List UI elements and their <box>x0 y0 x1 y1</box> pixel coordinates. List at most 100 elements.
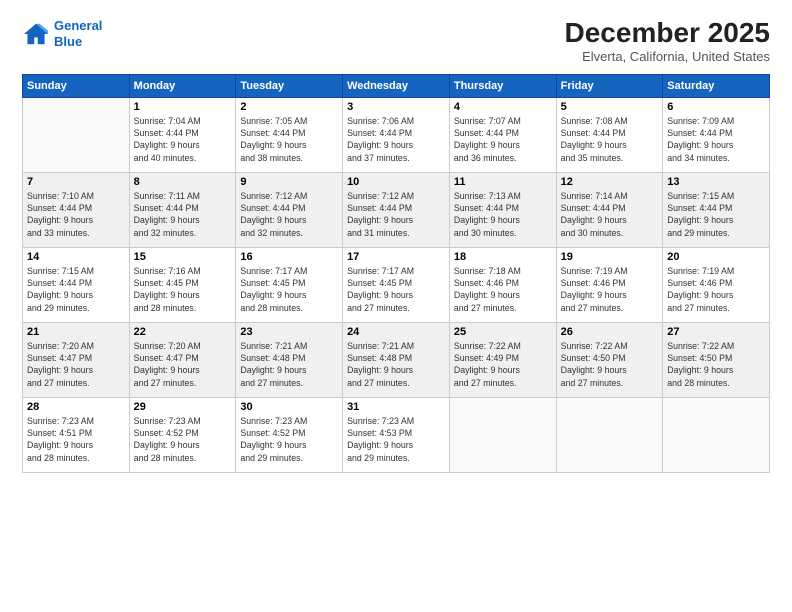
day-number: 23 <box>240 326 338 338</box>
calendar-cell: 19 Sunrise: 7:19 AMSunset: 4:46 PMDayligh… <box>556 247 663 322</box>
calendar-cell: 3 Sunrise: 7:06 AMSunset: 4:44 PMDaylight… <box>343 97 450 172</box>
day-info: Sunrise: 7:05 AMSunset: 4:44 PMDaylight:… <box>240 115 338 164</box>
calendar-cell: 13 Sunrise: 7:15 AMSunset: 4:44 PMDayligh… <box>663 172 770 247</box>
calendar-cell <box>449 397 556 472</box>
day-number: 13 <box>667 176 765 188</box>
day-number: 3 <box>347 101 445 113</box>
calendar-cell: 26Sunrise: 7:22 AMSunset: 4:50 PMDayligh… <box>556 322 663 397</box>
logo-line2: Blue <box>54 34 82 49</box>
logo-line1: General <box>54 18 102 33</box>
day-info: Sunrise: 7:09 AMSunset: 4:44 PMDaylight:… <box>667 115 765 164</box>
calendar-cell: 21 Sunrise: 7:20 AMSunset: 4:47 PMDayligh… <box>23 322 130 397</box>
calendar-week-row: 28 Sunrise: 7:23 AMSunset: 4:51 PMDayligh… <box>23 397 770 472</box>
day-number: 5 <box>561 101 659 113</box>
day-number: 12 <box>561 176 659 188</box>
day-number: 28 <box>27 401 125 413</box>
day-number: 21 <box>27 326 125 338</box>
day-number: 25 <box>454 326 552 338</box>
calendar-header-row: SundayMondayTuesdayWednesdayThursdayFrid… <box>23 74 770 97</box>
day-number: 30 <box>240 401 338 413</box>
calendar-week-row: 21 Sunrise: 7:20 AMSunset: 4:47 PMDayligh… <box>23 322 770 397</box>
calendar-header-friday: Friday <box>556 74 663 97</box>
day-number: 1 <box>134 101 232 113</box>
day-number: 14 <box>27 251 125 263</box>
calendar-cell <box>663 397 770 472</box>
calendar-cell: 16 Sunrise: 7:17 AMSunset: 4:45 PMDayligh… <box>236 247 343 322</box>
day-info: Sunrise: 7:07 AMSunset: 4:44 PMDaylight:… <box>454 115 552 164</box>
calendar-week-row: 1Sunrise: 7:04 AMSunset: 4:44 PMDaylight… <box>23 97 770 172</box>
calendar-header-saturday: Saturday <box>663 74 770 97</box>
calendar-cell: 17 Sunrise: 7:17 AMSunset: 4:45 PMDayligh… <box>343 247 450 322</box>
day-info: Sunrise: 7:13 AMSunset: 4:44 PMDaylight:… <box>454 190 552 239</box>
day-info: Sunrise: 7:23 AMSunset: 4:52 PMDaylight:… <box>240 415 338 464</box>
day-number: 15 <box>134 251 232 263</box>
day-info: Sunrise: 7:17 AMSunset: 4:45 PMDaylight:… <box>240 265 338 314</box>
logo-text: General Blue <box>54 18 102 49</box>
day-info: Sunrise: 7:14 AMSunset: 4:44 PMDaylight:… <box>561 190 659 239</box>
calendar-cell: 9 Sunrise: 7:12 AMSunset: 4:44 PMDaylight… <box>236 172 343 247</box>
day-info: Sunrise: 7:19 AMSunset: 4:46 PMDaylight:… <box>667 265 765 314</box>
day-number: 20 <box>667 251 765 263</box>
calendar-cell: 15 Sunrise: 7:16 AMSunset: 4:45 PMDayligh… <box>129 247 236 322</box>
calendar-cell <box>556 397 663 472</box>
calendar-cell: 11 Sunrise: 7:13 AMSunset: 4:44 PMDayligh… <box>449 172 556 247</box>
calendar-cell: 6 Sunrise: 7:09 AMSunset: 4:44 PMDaylight… <box>663 97 770 172</box>
day-number: 4 <box>454 101 552 113</box>
day-info: Sunrise: 7:19 AMSunset: 4:46 PMDaylight:… <box>561 265 659 314</box>
calendar-header-wednesday: Wednesday <box>343 74 450 97</box>
day-number: 22 <box>134 326 232 338</box>
day-number: 17 <box>347 251 445 263</box>
day-info: Sunrise: 7:20 AMSunset: 4:47 PMDaylight:… <box>134 340 232 389</box>
calendar-header-sunday: Sunday <box>23 74 130 97</box>
title-block: December 2025 Elverta, California, Unite… <box>565 18 770 64</box>
day-info: Sunrise: 7:23 AMSunset: 4:52 PMDaylight:… <box>134 415 232 464</box>
day-info: Sunrise: 7:17 AMSunset: 4:45 PMDaylight:… <box>347 265 445 314</box>
day-info: Sunrise: 7:23 AMSunset: 4:51 PMDaylight:… <box>27 415 125 464</box>
calendar-cell: 31Sunrise: 7:23 AMSunset: 4:53 PMDayligh… <box>343 397 450 472</box>
day-info: Sunrise: 7:12 AMSunset: 4:44 PMDaylight:… <box>240 190 338 239</box>
day-info: Sunrise: 7:16 AMSunset: 4:45 PMDaylight:… <box>134 265 232 314</box>
calendar-cell: 20 Sunrise: 7:19 AMSunset: 4:46 PMDayligh… <box>663 247 770 322</box>
day-info: Sunrise: 7:22 AMSunset: 4:49 PMDaylight:… <box>454 340 552 389</box>
day-info: Sunrise: 7:06 AMSunset: 4:44 PMDaylight:… <box>347 115 445 164</box>
day-number: 31 <box>347 401 445 413</box>
logo-icon <box>22 22 50 46</box>
day-number: 16 <box>240 251 338 263</box>
calendar-cell: 25 Sunrise: 7:22 AMSunset: 4:49 PMDayligh… <box>449 322 556 397</box>
calendar-cell: 2Sunrise: 7:05 AMSunset: 4:44 PMDaylight… <box>236 97 343 172</box>
calendar-cell <box>23 97 130 172</box>
day-info: Sunrise: 7:20 AMSunset: 4:47 PMDaylight:… <box>27 340 125 389</box>
calendar-cell: 1Sunrise: 7:04 AMSunset: 4:44 PMDaylight… <box>129 97 236 172</box>
page: General Blue December 2025 Elverta, Cali… <box>0 0 792 612</box>
calendar-cell: 28 Sunrise: 7:23 AMSunset: 4:51 PMDayligh… <box>23 397 130 472</box>
day-info: Sunrise: 7:21 AMSunset: 4:48 PMDaylight:… <box>347 340 445 389</box>
calendar-cell: 4 Sunrise: 7:07 AMSunset: 4:44 PMDaylight… <box>449 97 556 172</box>
calendar-table: SundayMondayTuesdayWednesdayThursdayFrid… <box>22 74 770 473</box>
day-info: Sunrise: 7:15 AMSunset: 4:44 PMDaylight:… <box>667 190 765 239</box>
day-number: 26 <box>561 326 659 338</box>
calendar-cell: 7 Sunrise: 7:10 AMSunset: 4:44 PMDaylight… <box>23 172 130 247</box>
day-number: 9 <box>240 176 338 188</box>
calendar-cell: 22 Sunrise: 7:20 AMSunset: 4:47 PMDayligh… <box>129 322 236 397</box>
day-info: Sunrise: 7:18 AMSunset: 4:46 PMDaylight:… <box>454 265 552 314</box>
calendar-header-tuesday: Tuesday <box>236 74 343 97</box>
calendar-header-monday: Monday <box>129 74 236 97</box>
day-number: 8 <box>134 176 232 188</box>
day-number: 19 <box>561 251 659 263</box>
day-number: 6 <box>667 101 765 113</box>
day-number: 11 <box>454 176 552 188</box>
day-number: 18 <box>454 251 552 263</box>
logo: General Blue <box>22 18 102 49</box>
subtitle: Elverta, California, United States <box>565 49 770 64</box>
day-info: Sunrise: 7:08 AMSunset: 4:44 PMDaylight:… <box>561 115 659 164</box>
calendar-cell: 27Sunrise: 7:22 AMSunset: 4:50 PMDayligh… <box>663 322 770 397</box>
day-info: Sunrise: 7:12 AMSunset: 4:44 PMDaylight:… <box>347 190 445 239</box>
day-info: Sunrise: 7:21 AMSunset: 4:48 PMDaylight:… <box>240 340 338 389</box>
day-number: 7 <box>27 176 125 188</box>
day-info: Sunrise: 7:10 AMSunset: 4:44 PMDaylight:… <box>27 190 125 239</box>
calendar-cell: 23 Sunrise: 7:21 AMSunset: 4:48 PMDayligh… <box>236 322 343 397</box>
day-number: 27 <box>667 326 765 338</box>
day-number: 10 <box>347 176 445 188</box>
calendar-cell: 12 Sunrise: 7:14 AMSunset: 4:44 PMDayligh… <box>556 172 663 247</box>
calendar-cell: 29Sunrise: 7:23 AMSunset: 4:52 PMDayligh… <box>129 397 236 472</box>
